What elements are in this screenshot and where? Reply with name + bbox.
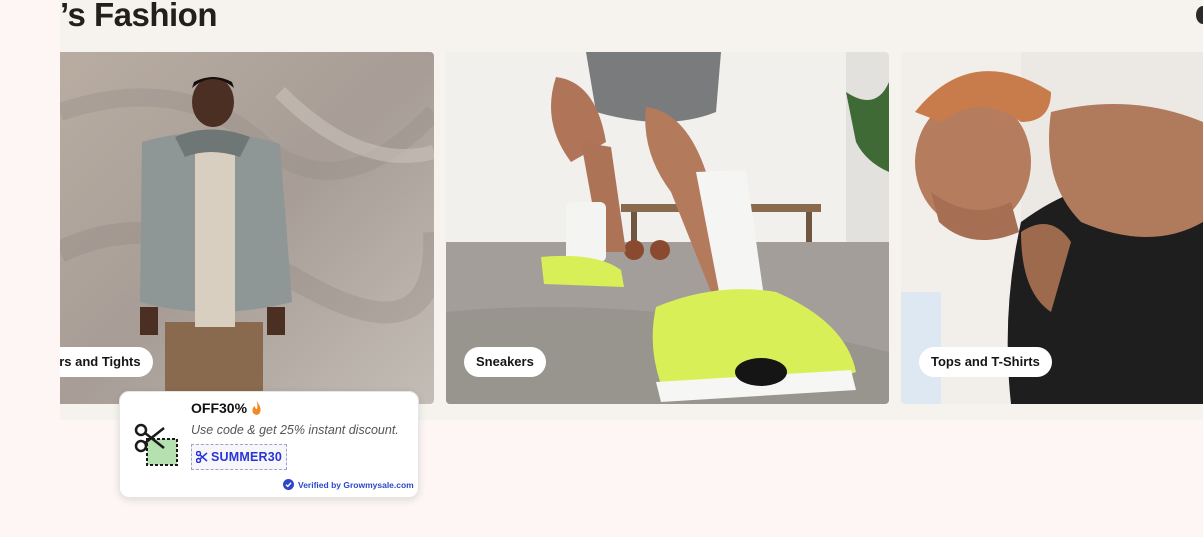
coupon-title-text: OFF30% <box>191 400 248 416</box>
category-card-tops[interactable]: Tops and T-Shirts <box>901 52 1203 404</box>
verified-check-icon <box>283 479 294 490</box>
category-card-sneakers[interactable]: Sneakers <box>446 52 889 404</box>
category-card-leggings[interactable]: ers and Tights <box>60 52 434 404</box>
coupon-title: OFF30% <box>191 400 262 416</box>
flame-icon <box>252 401 261 415</box>
scissors-small-icon <box>196 451 208 463</box>
carousel-control-icon[interactable] <box>1196 6 1203 24</box>
coupon-popup[interactable]: OFF30% Use code & get 25% instant discou… <box>119 391 419 498</box>
page-title: ’s Fashion <box>60 0 217 33</box>
verified-badge[interactable]: Verified by Growmysale.com <box>283 479 414 490</box>
category-label[interactable]: Tops and T-Shirts <box>919 347 1052 377</box>
coupon-code: SUMMER30 <box>211 450 283 464</box>
coupon-description: Use code & get 25% instant discount. <box>191 423 399 437</box>
category-label[interactable]: ers and Tights <box>60 347 153 377</box>
category-label[interactable]: Sneakers <box>464 347 546 377</box>
verified-text: Verified by Growmysale.com <box>298 479 414 490</box>
scissors-coupon-icon <box>134 423 178 466</box>
coupon-code-button[interactable]: SUMMER30 <box>191 444 288 470</box>
